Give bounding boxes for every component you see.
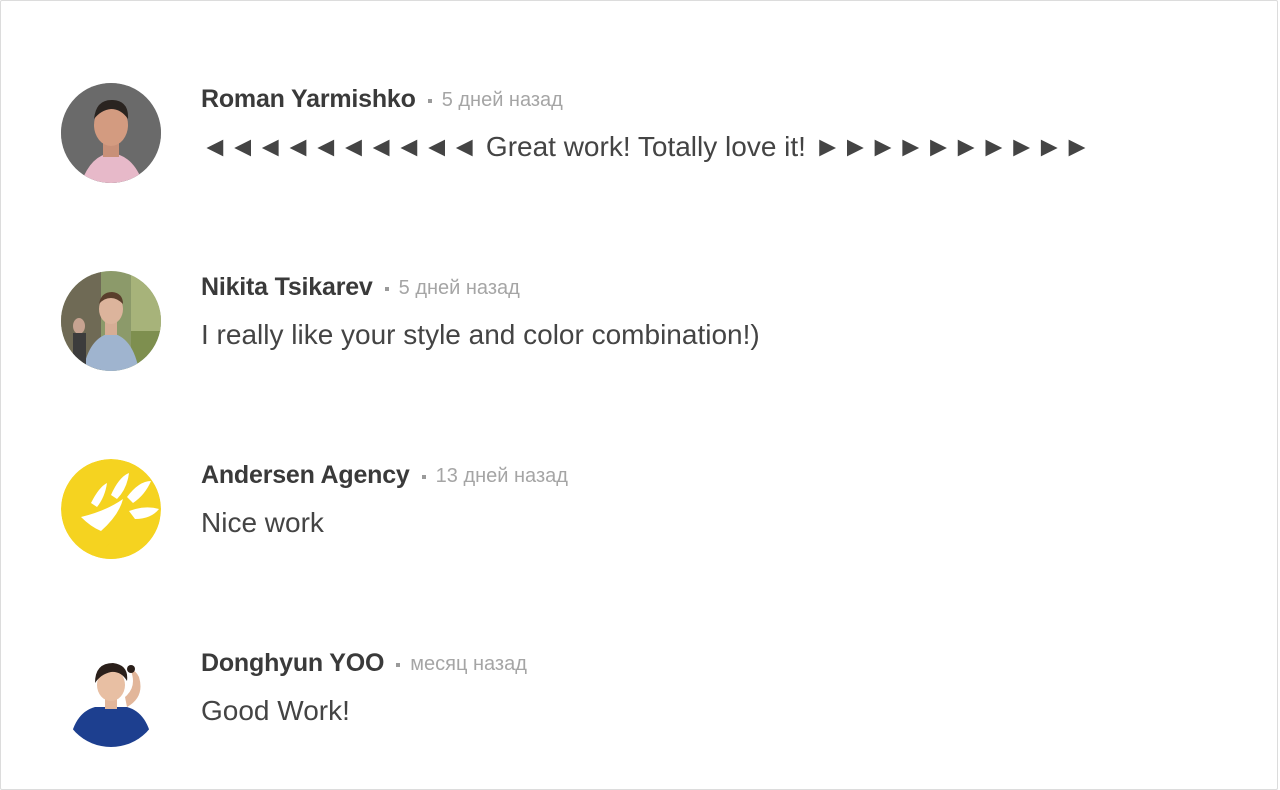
- author-name[interactable]: Roman Yarmishko: [201, 85, 416, 114]
- comment-timestamp: 13 дней назад: [435, 464, 568, 487]
- separator-dot: [427, 99, 432, 103]
- separator-dot: [396, 663, 401, 667]
- comment-timestamp: месяц назад: [410, 652, 527, 675]
- comment-header: Nikita Tsikarev 5 дней назад: [201, 271, 520, 303]
- comment-header: Roman Yarmishko 5 дней назад: [201, 83, 563, 115]
- comment-text: ◄◄◄◄◄◄◄◄◄◄ Great work! Totally love it! …: [201, 131, 1091, 162]
- comment-item: Andersen Agency 13 дней назад Nice work: [61, 459, 1211, 563]
- comment-header: Andersen Agency 13 дней назад: [201, 459, 568, 491]
- avatar-roman-yarmishko[interactable]: [61, 83, 161, 183]
- separator-dot: [384, 287, 389, 291]
- avatar-andersen-agency[interactable]: [61, 459, 161, 559]
- sun-logo-icon: [61, 459, 161, 559]
- separator-dot: [421, 475, 426, 479]
- avatar-photo-icon: [61, 271, 161, 371]
- comment-item: Nikita Tsikarev 5 дней назад I really li…: [61, 271, 1211, 375]
- comment-text: I really like your style and color combi…: [201, 319, 760, 350]
- comment-text: Good Work!: [201, 695, 350, 726]
- comments-panel: Roman Yarmishko 5 дней назад ◄◄◄◄◄◄◄◄◄◄ …: [0, 0, 1278, 790]
- avatar-illustration-icon: [61, 647, 161, 747]
- author-name[interactable]: Nikita Tsikarev: [201, 273, 373, 302]
- avatar-donghyun-yoo[interactable]: [61, 647, 161, 747]
- comment-header: Donghyun YOO месяц назад: [201, 647, 527, 679]
- comment-text: Nice work: [201, 507, 324, 538]
- avatar-nikita-tsikarev[interactable]: [61, 271, 161, 371]
- author-name[interactable]: Donghyun YOO: [201, 649, 384, 678]
- comment-timestamp: 5 дней назад: [398, 276, 520, 299]
- comment-item: Roman Yarmishko 5 дней назад ◄◄◄◄◄◄◄◄◄◄ …: [61, 83, 1211, 187]
- author-name[interactable]: Andersen Agency: [201, 461, 410, 490]
- avatar-photo-icon: [61, 83, 161, 183]
- comment-item: Donghyun YOO месяц назад Good Work!: [61, 647, 1211, 751]
- comment-timestamp: 5 дней назад: [441, 88, 563, 111]
